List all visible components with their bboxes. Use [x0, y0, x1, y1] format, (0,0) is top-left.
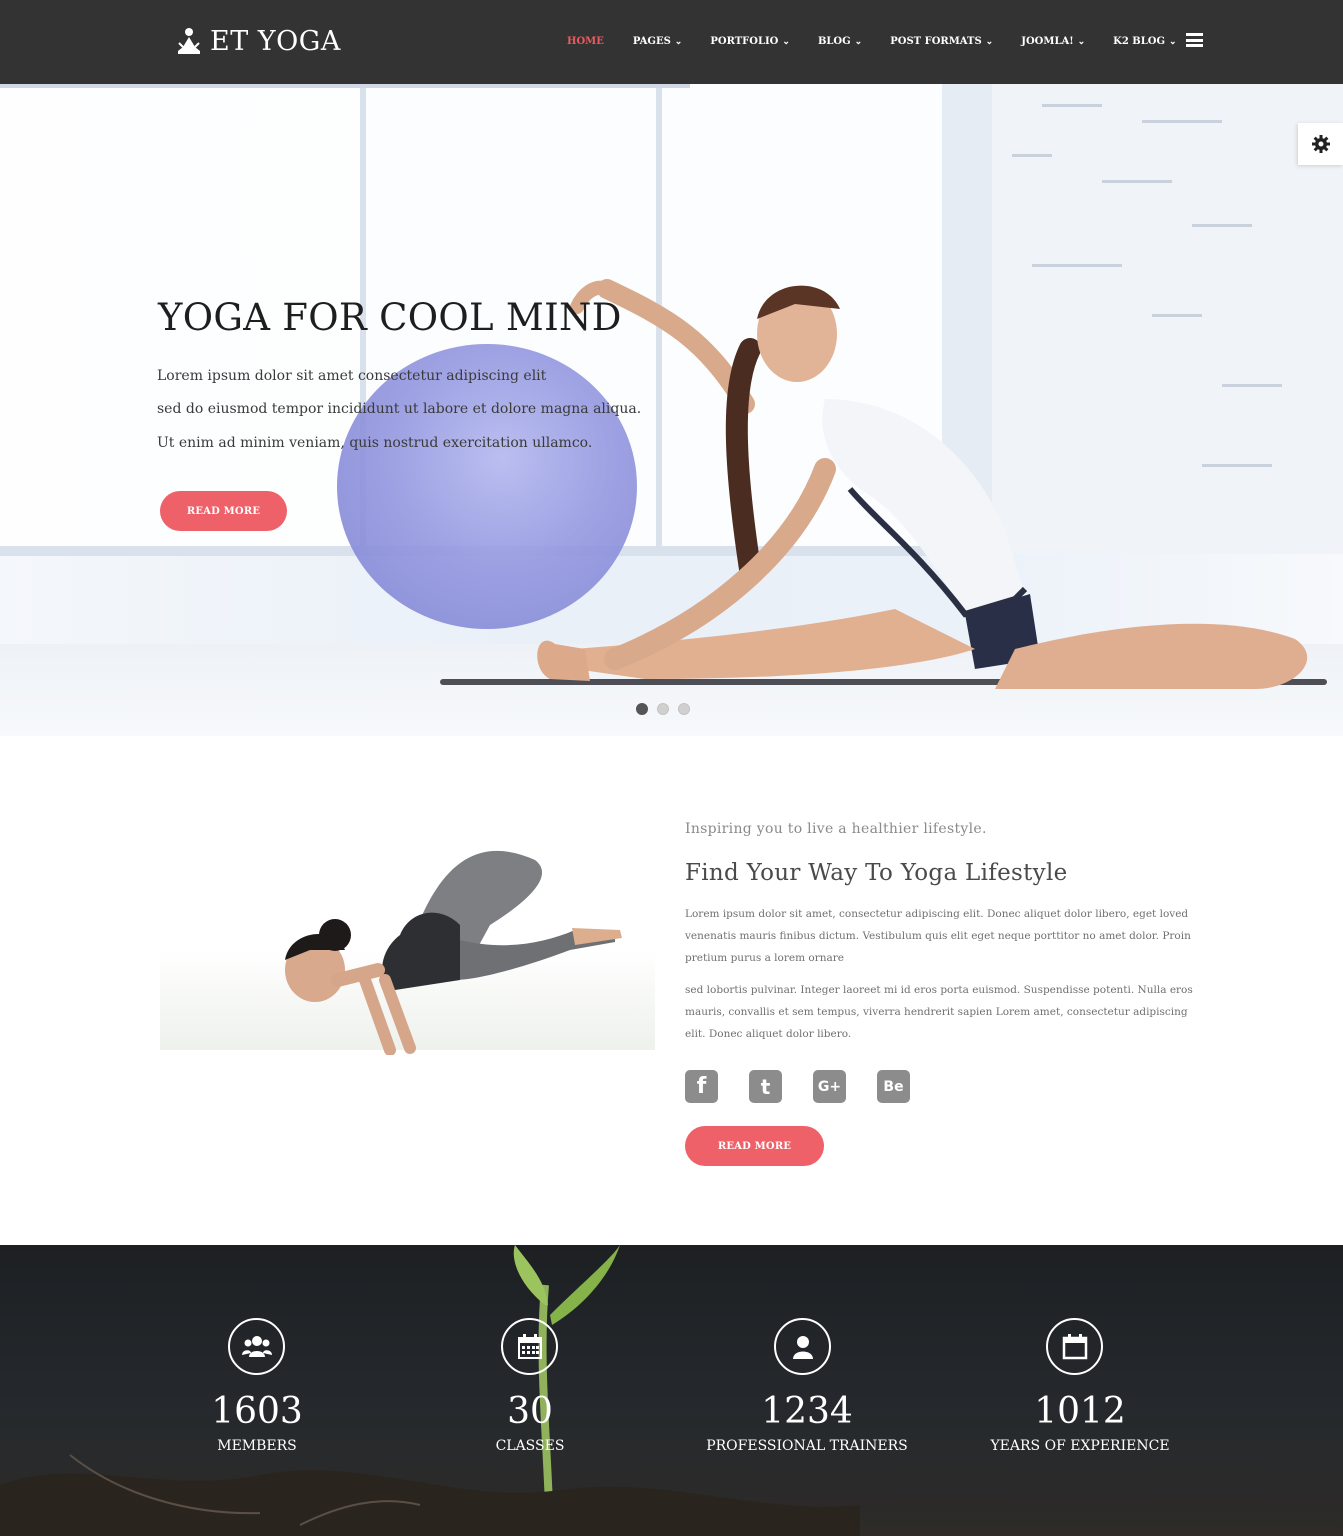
slider-pagination — [636, 703, 699, 715]
nav-label: HOME — [567, 36, 604, 47]
chevron-down-icon: ⌄ — [674, 36, 683, 47]
social-links: f t G+ Be — [685, 1070, 941, 1103]
nav-label: POST FORMATS — [890, 36, 982, 47]
yoga-logo-icon — [178, 27, 200, 54]
window-top — [0, 84, 690, 88]
stat-number: 1012 — [1034, 1391, 1126, 1432]
chevron-down-icon: ⌄ — [854, 36, 863, 47]
stat-label: PROFESSIONAL TRAINERS — [706, 1438, 908, 1454]
site-logo[interactable]: ET YOGA — [176, 26, 341, 57]
about-paragraph: sed lobortis pulvinar. Integer laoreet m… — [685, 984, 1193, 1040]
gear-icon — [1311, 135, 1330, 153]
stat-label: CLASSES — [495, 1438, 565, 1454]
stats-section: 1603 MEMBERS 30 CLASSES 1234 PROFESSIONA… — [0, 1245, 1343, 1536]
hero-title: YOGA FOR COOL MIND — [158, 296, 622, 339]
google-plus-icon[interactable]: G+ — [813, 1070, 846, 1103]
nav-label: K2 BLOG — [1113, 36, 1166, 47]
hero-text-line: sed do eiusmod tempor incididunt ut labo… — [157, 401, 642, 417]
slider-dot[interactable] — [678, 703, 690, 715]
nav-label: PAGES — [632, 36, 671, 47]
nav-item-post-formats[interactable]: POST FORMATS ⌄ — [890, 36, 993, 47]
logo-text: ET YOGA — [210, 26, 341, 57]
nav-item-home[interactable]: HOME — [567, 36, 604, 47]
nav-label: PORTFOLIO — [710, 36, 779, 47]
stat-number: 30 — [507, 1391, 553, 1432]
facebook-icon[interactable]: f — [685, 1070, 718, 1103]
users-icon — [228, 1318, 285, 1375]
chevron-down-icon: ⌄ — [1077, 36, 1086, 47]
chevron-down-icon: ⌄ — [985, 36, 994, 47]
slider-dot[interactable] — [657, 703, 669, 715]
hero-read-more-button[interactable]: READ MORE — [160, 491, 287, 531]
hamburger-icon[interactable] — [1186, 33, 1203, 47]
about-subtitle: Inspiring you to live a healthier lifest… — [685, 821, 987, 837]
hero-slider: YOGA FOR COOL MIND Lorem ipsum dolor sit… — [0, 84, 1343, 736]
slider-dot[interactable] — [636, 703, 648, 715]
nav-item-pages[interactable]: PAGES ⌄ — [633, 36, 682, 47]
stat-label: MEMBERS — [217, 1438, 297, 1454]
stat-label: YEARS OF EXPERIENCE — [990, 1438, 1170, 1454]
nav-item-k2-blog[interactable]: K2 BLOG ⌄ — [1113, 36, 1176, 47]
site-header: ET YOGA HOME PAGES ⌄ PORTFOLIO ⌄ BLOG ⌄ POS… — [0, 0, 1343, 84]
main-nav: HOME PAGES ⌄ PORTFOLIO ⌄ BLOG ⌄ POST FORMAT… — [567, 36, 1177, 47]
calendar-icon — [1046, 1318, 1103, 1375]
nav-item-portfolio[interactable]: PORTFOLIO ⌄ — [710, 36, 790, 47]
stat-number: 1603 — [211, 1391, 303, 1432]
nav-label: BLOG — [817, 36, 851, 47]
chevron-down-icon: ⌄ — [1169, 36, 1177, 47]
chevron-down-icon: ⌄ — [782, 36, 790, 47]
nav-item-joomla[interactable]: JOOMLA! ⌄ — [1021, 36, 1085, 47]
about-title: Find Your Way To Yoga Lifestyle — [685, 860, 1068, 886]
nav-label: JOOMLA! — [1021, 36, 1074, 47]
calendar-grid-icon — [501, 1318, 558, 1375]
crow-pose-image — [160, 850, 655, 1055]
twitter-icon[interactable]: t — [749, 1070, 782, 1103]
user-icon — [774, 1318, 831, 1375]
behance-icon[interactable]: Be — [877, 1070, 910, 1103]
about-paragraph: Lorem ipsum dolor sit amet, consectetur … — [685, 908, 1191, 964]
settings-toggle[interactable] — [1298, 123, 1343, 165]
stat-number: 1234 — [761, 1391, 853, 1432]
hero-text-line: Lorem ipsum dolor sit amet consectetur a… — [157, 368, 547, 384]
nav-item-blog[interactable]: BLOG ⌄ — [818, 36, 862, 47]
about-read-more-button[interactable]: READ MORE — [685, 1126, 824, 1166]
hero-text-line: Ut enim ad minim veniam, quis nostrud ex… — [157, 435, 593, 451]
